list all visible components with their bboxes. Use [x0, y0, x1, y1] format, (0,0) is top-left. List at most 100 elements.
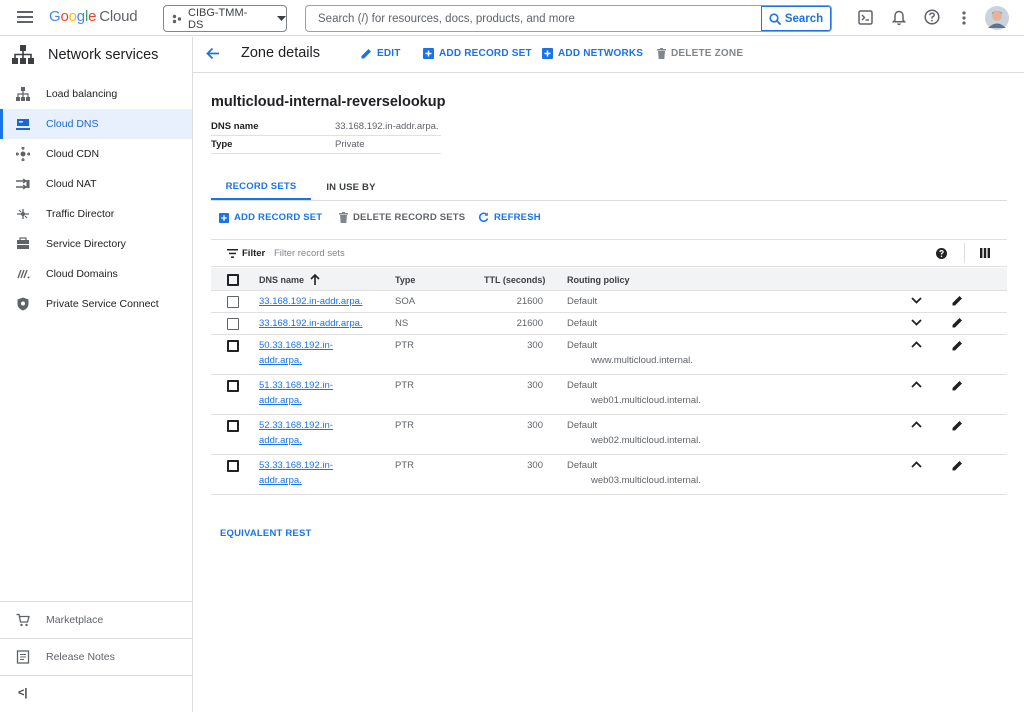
dns-name-link[interactable]: 51.33.168.192.in- [259, 378, 333, 393]
chevron-up-icon[interactable] [911, 421, 922, 428]
dns-name-link[interactable]: 53.33.168.192.in- [259, 458, 333, 473]
equivalent-rest-link[interactable]: EQUIVALENT REST [220, 528, 312, 539]
sidebar-item-cloud-domains[interactable]: Cloud Domains [0, 259, 192, 289]
notifications-bell-icon[interactable] [892, 10, 906, 26]
add-box-icon [542, 48, 553, 59]
sidebar-item-marketplace[interactable]: Marketplace [0, 604, 192, 635]
edit-button[interactable]: EDIT [361, 48, 401, 59]
refresh-button[interactable]: REFRESH [478, 212, 541, 223]
column-display-icon[interactable] [980, 248, 990, 258]
edit-pencil-icon[interactable] [952, 380, 963, 391]
sidebar-item-cloud-nat[interactable]: Cloud NAT [0, 169, 192, 199]
select-all-checkbox[interactable] [227, 274, 239, 286]
dns-name-link-continued[interactable]: addr.arpa. [259, 473, 302, 488]
back-arrow-icon[interactable] [206, 47, 220, 60]
type-value: Private [335, 139, 365, 150]
filter-icon [227, 249, 238, 258]
traffic-director-icon [16, 207, 30, 221]
help-circle-icon[interactable] [936, 248, 947, 259]
chevron-up-icon[interactable] [911, 341, 922, 348]
tab-in-use-by[interactable]: IN USE BY [311, 174, 391, 200]
search-input[interactable]: Search (/) for resources, docs, products… [306, 13, 761, 25]
record-type: NS [395, 318, 409, 329]
cloud-cdn-icon [16, 147, 30, 161]
dns-name-link-continued[interactable]: addr.arpa. [259, 433, 302, 448]
main-menu-icon[interactable] [17, 10, 33, 24]
sidebar-item-private-service-connect[interactable]: Private Service Connect [0, 289, 192, 319]
add-networks-button[interactable]: ADD NETWORKS [542, 48, 643, 59]
row-checkbox[interactable] [227, 460, 239, 472]
row-checkbox[interactable] [227, 296, 239, 308]
more-options-icon[interactable] [962, 11, 966, 25]
dns-name-link-continued[interactable]: addr.arpa. [259, 393, 302, 408]
column-header-ttl: TTL (seconds) [484, 275, 546, 285]
type-label: Type [211, 139, 233, 150]
help-icon[interactable] [924, 9, 940, 25]
delete-record-sets-button[interactable]: DELETE RECORD SETS [339, 212, 465, 223]
sidebar-item-release-notes[interactable]: Release Notes [0, 641, 192, 672]
refresh-icon [478, 212, 489, 223]
record-type: PTR [395, 380, 414, 391]
dns-name-link-continued[interactable]: addr.arpa. [259, 353, 302, 368]
record-routing-policy: Default [567, 318, 598, 329]
search-button[interactable]: Search [761, 6, 831, 31]
cloud-nat-icon [16, 177, 30, 191]
sidebar-item-traffic-director[interactable]: Traffic Director [0, 199, 192, 229]
chevron-down-icon[interactable] [911, 297, 922, 304]
collapse-sidebar-icon[interactable]: <| [18, 687, 28, 699]
chevron-up-icon[interactable] [911, 461, 922, 468]
chevron-down-icon[interactable] [911, 319, 922, 326]
column-header-dns-name[interactable]: DNS name [259, 275, 304, 285]
trash-icon [339, 212, 348, 223]
edit-pencil-icon[interactable] [952, 340, 963, 351]
edit-pencil-icon[interactable] [952, 420, 963, 431]
record-type: SOA [395, 296, 416, 307]
dns-name-link[interactable]: 33.168.192.in-addr.arpa. [259, 294, 363, 309]
record-data: web02.multicloud.internal. [591, 435, 701, 446]
sort-arrow-up-icon[interactable] [310, 274, 320, 285]
sidebar-item-service-directory[interactable]: Service Directory [0, 229, 192, 259]
record-ttl: 21600 [516, 296, 543, 307]
dns-name-link[interactable]: 33.168.192.in-addr.arpa. [259, 316, 363, 331]
cart-icon [16, 613, 30, 627]
avatar[interactable] [985, 6, 1009, 30]
add-record-set-button[interactable]: ADD RECORD SET [219, 212, 322, 223]
top-bar: Google Cloud CIBG-TMM-DS Search (/) for r… [0, 0, 1024, 36]
cloud-domains-icon [16, 267, 30, 281]
sidebar-item-label: Cloud DNS [46, 118, 99, 130]
dns-name-value: 33.168.192.in-addr.arpa. [335, 121, 439, 132]
sidebar-item-cloud-cdn[interactable]: Cloud CDN [0, 139, 192, 169]
cloud-dns-icon [16, 117, 30, 131]
record-routing-policy: Default [567, 460, 598, 471]
header-add-record-set-button[interactable]: ADD RECORD SET [423, 48, 532, 59]
edit-pencil-icon[interactable] [952, 295, 963, 306]
project-icon [172, 14, 182, 24]
add-box-icon [423, 48, 434, 59]
sidebar-item-cloud-dns[interactable]: Cloud DNS [0, 109, 192, 139]
search-bar: Search (/) for resources, docs, products… [305, 5, 832, 32]
row-checkbox[interactable] [227, 340, 239, 352]
record-routing-policy: Default [567, 296, 598, 307]
sidebar-item-label: Load balancing [46, 88, 118, 100]
row-checkbox[interactable] [227, 318, 239, 330]
row-checkbox[interactable] [227, 380, 239, 392]
delete-zone-button[interactable]: DELETE ZONE [657, 48, 743, 59]
dns-name-link[interactable]: 52.33.168.192.in- [259, 418, 333, 433]
row-checkbox[interactable] [227, 420, 239, 432]
type-row: Type Private [211, 136, 441, 154]
tab-record-sets[interactable]: RECORD SETS [211, 174, 311, 200]
google-cloud-logo[interactable]: Google Cloud [49, 8, 138, 25]
cloud-shell-icon[interactable] [858, 10, 873, 25]
edit-pencil-icon[interactable] [952, 460, 963, 471]
sidebar-divider [0, 601, 192, 602]
dns-name-link[interactable]: 50.33.168.192.in- [259, 338, 333, 353]
filter-input[interactable]: Filter record sets [274, 248, 345, 259]
record-ttl: 300 [527, 460, 543, 471]
project-selector[interactable]: CIBG-TMM-DS [163, 5, 287, 32]
sidebar-item-load-balancing[interactable]: Load balancing [0, 79, 192, 109]
edit-pencil-icon[interactable] [952, 317, 963, 328]
trash-icon [657, 48, 666, 59]
chevron-up-icon[interactable] [911, 381, 922, 388]
sidebar-item-label: Private Service Connect [46, 298, 159, 310]
record-data: www.multicloud.internal. [591, 355, 693, 366]
